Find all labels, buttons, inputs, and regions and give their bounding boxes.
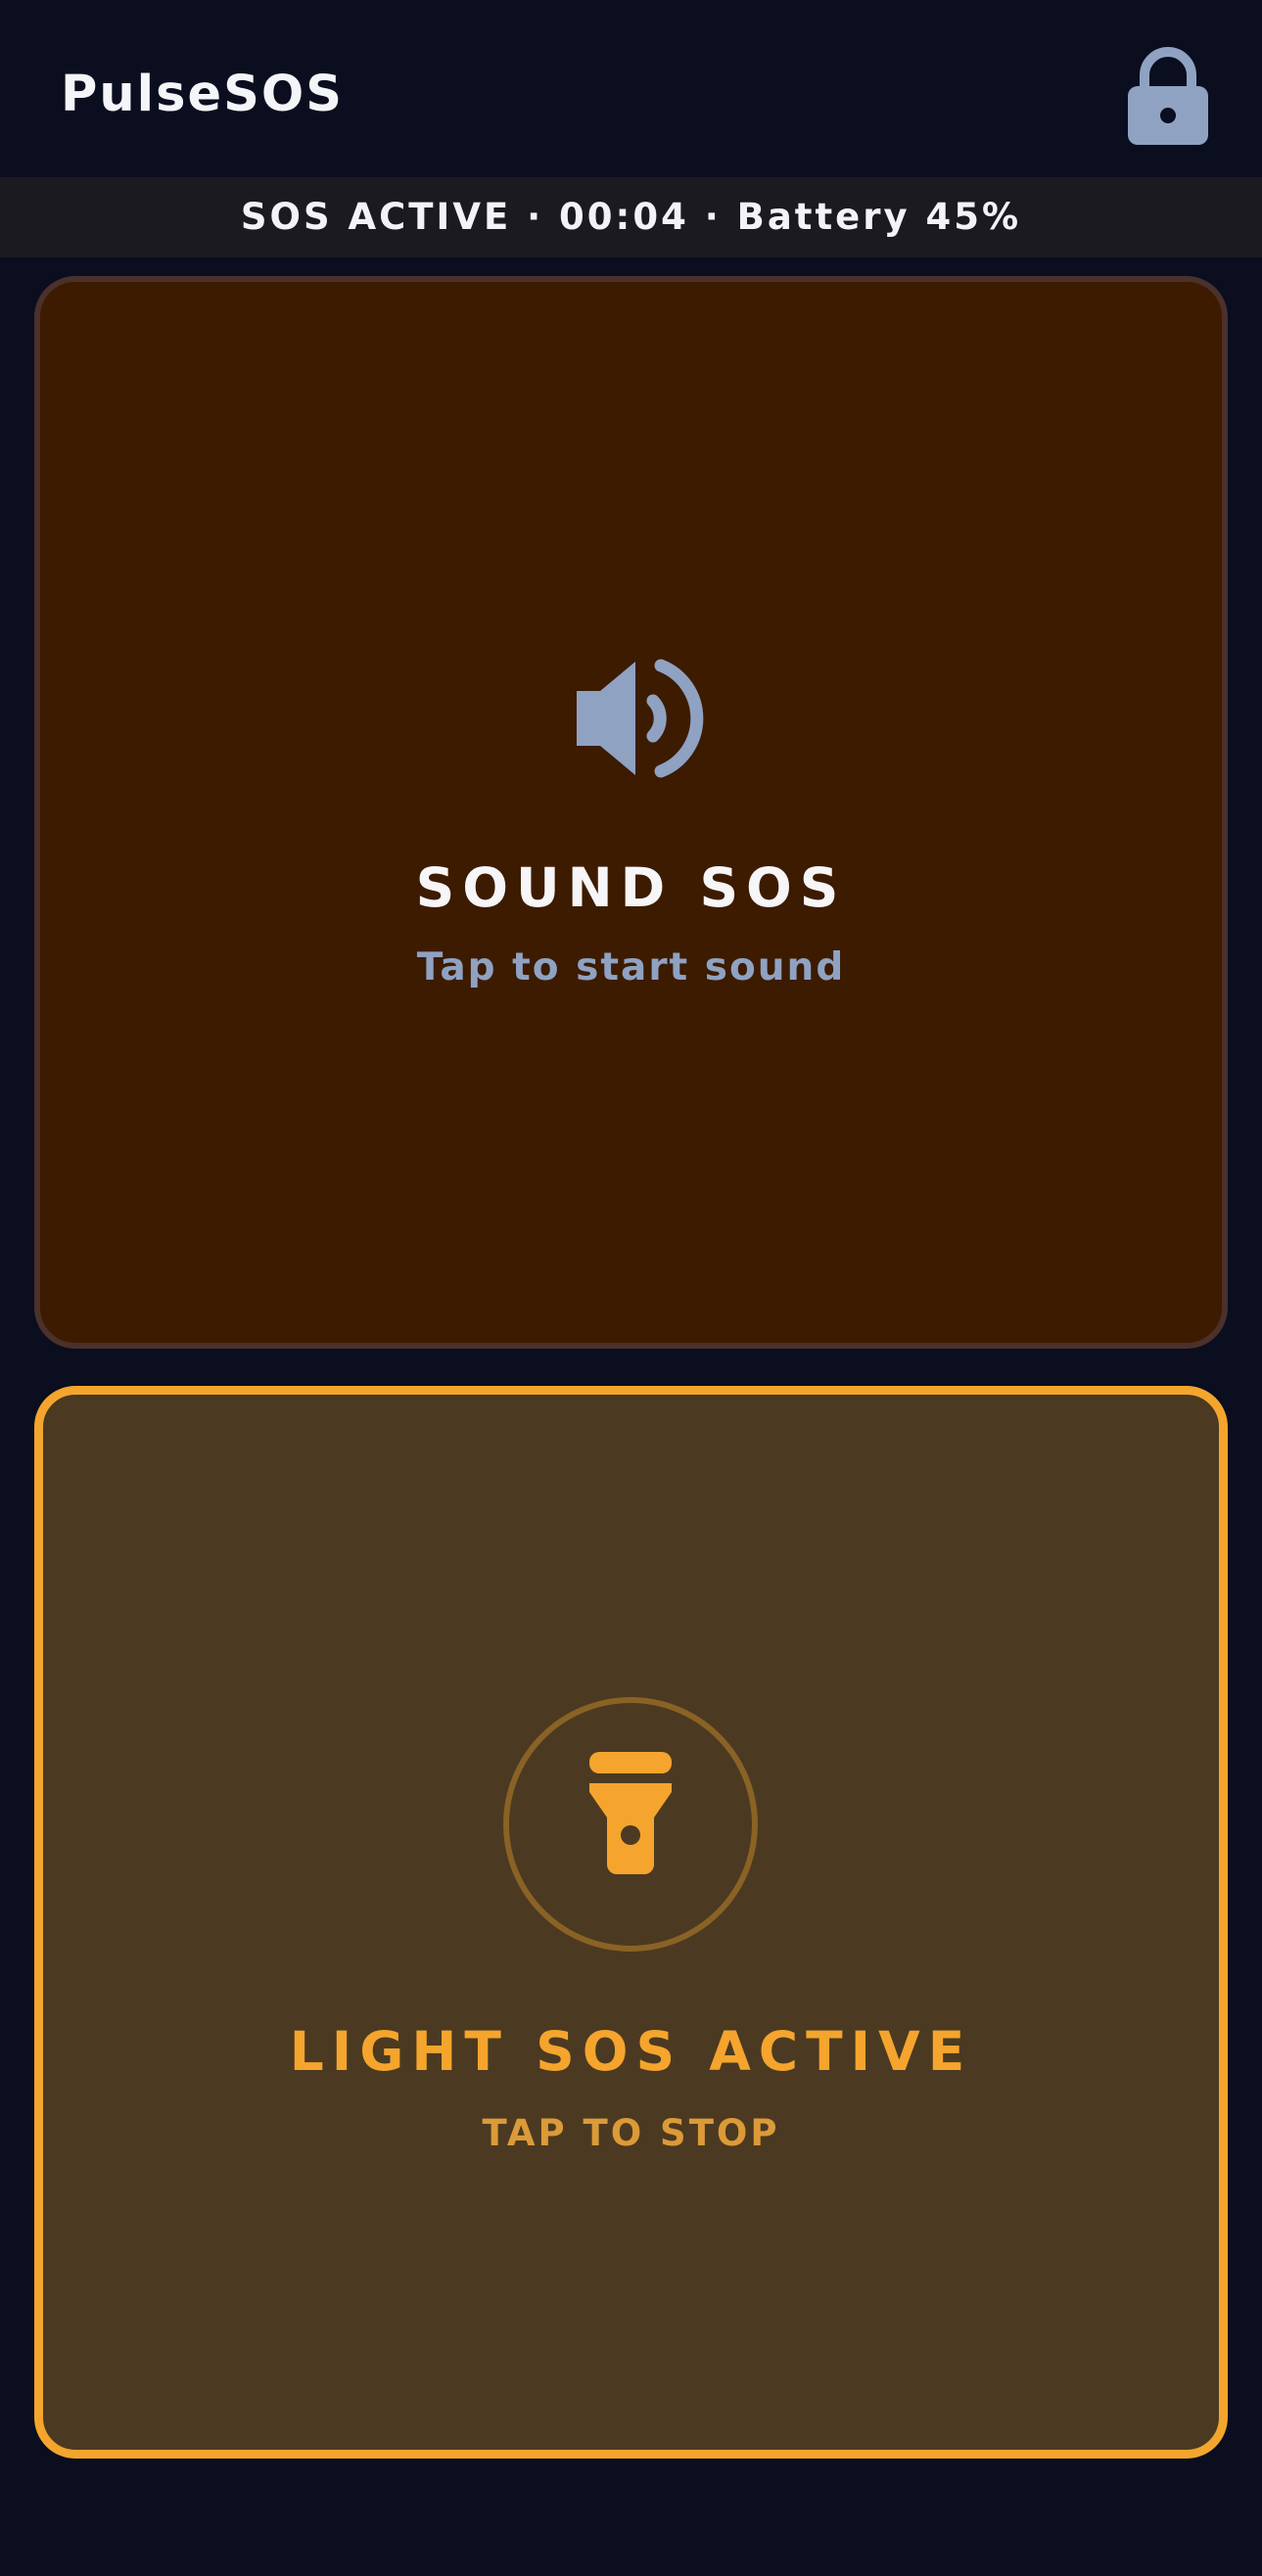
speaker-icon	[571, 654, 704, 783]
sound-sos-title: SOUND SOS	[415, 856, 847, 919]
lock-icon	[1128, 47, 1208, 145]
flashlight-icon	[502, 1696, 759, 1953]
app-header: PulseSOS	[0, 0, 1262, 176]
sound-sos-subtitle: Tap to start sound	[416, 945, 846, 989]
light-sos-subtitle: TAP TO STOP	[482, 2112, 780, 2154]
sound-sos-card[interactable]: SOUND SOS Tap to start sound	[34, 276, 1228, 1349]
app-title: PulseSOS	[61, 66, 344, 123]
lock-button[interactable]	[1122, 45, 1214, 147]
sos-status-bar: SOS ACTIVE · 00:04 · Battery 45%	[0, 177, 1262, 257]
app-screen: PulseSOS SOS ACTIVE · 00:04 · Battery 45…	[0, 0, 1262, 2576]
light-sos-title: LIGHT SOS ACTIVE	[289, 2020, 973, 2083]
light-sos-card[interactable]: LIGHT SOS ACTIVE TAP TO STOP	[34, 1386, 1228, 2459]
